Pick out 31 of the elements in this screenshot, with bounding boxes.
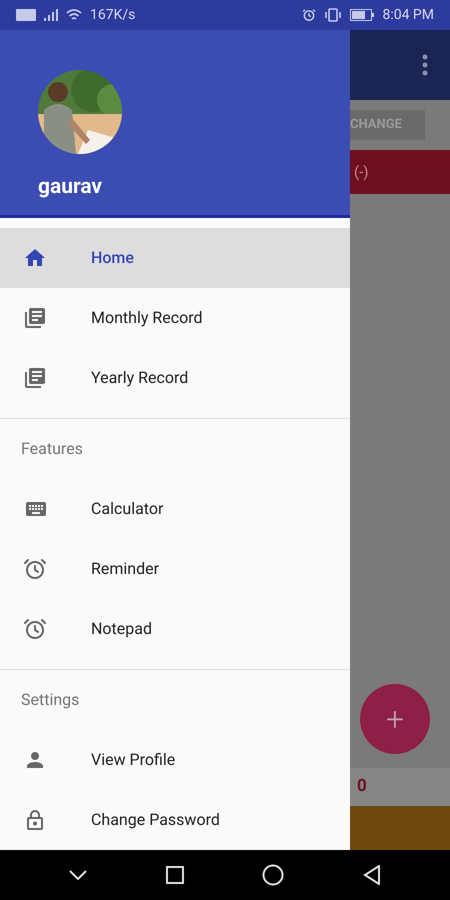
recents-icon[interactable] [166,866,184,884]
back-icon[interactable] [362,865,381,885]
chevron-down-icon[interactable] [69,870,88,880]
menu-item[interactable]: View Profile [0,730,350,790]
menu-item[interactable]: Monthly Record [0,288,350,348]
home-circle-icon[interactable] [262,864,284,886]
alarm-clock-icon [23,617,47,641]
add-fab[interactable]: + [360,684,430,754]
section-header: Features [21,438,83,460]
alarm-clock-icon [23,557,47,581]
menu-item[interactable]: Yearly Record [0,348,350,408]
menu-item[interactable]: Reminder [0,539,350,599]
battery-icon [350,9,374,21]
wifi-icon [66,9,82,21]
clock-time: 8:04 PM [382,6,434,24]
total-value: 0 [357,775,367,798]
documents-icon [23,366,47,390]
more-options-icon[interactable] [422,54,428,76]
menu-item[interactable]: Notepad [0,599,350,659]
menu-item[interactable]: Calculator [0,479,350,539]
documents-icon [23,306,47,330]
menu-item[interactable]: Home [0,228,350,288]
signal-icon [44,9,58,21]
user-name: gaurav [38,174,104,201]
alarm-clock-icon [302,8,316,22]
section-header: Settings [21,689,80,711]
sim-icon [16,9,36,21]
banner-text: (-) [354,162,369,183]
network-speed: 167K/s [90,6,136,24]
menu-item[interactable]: Change Password [0,790,350,850]
vibrate-icon [324,8,342,22]
